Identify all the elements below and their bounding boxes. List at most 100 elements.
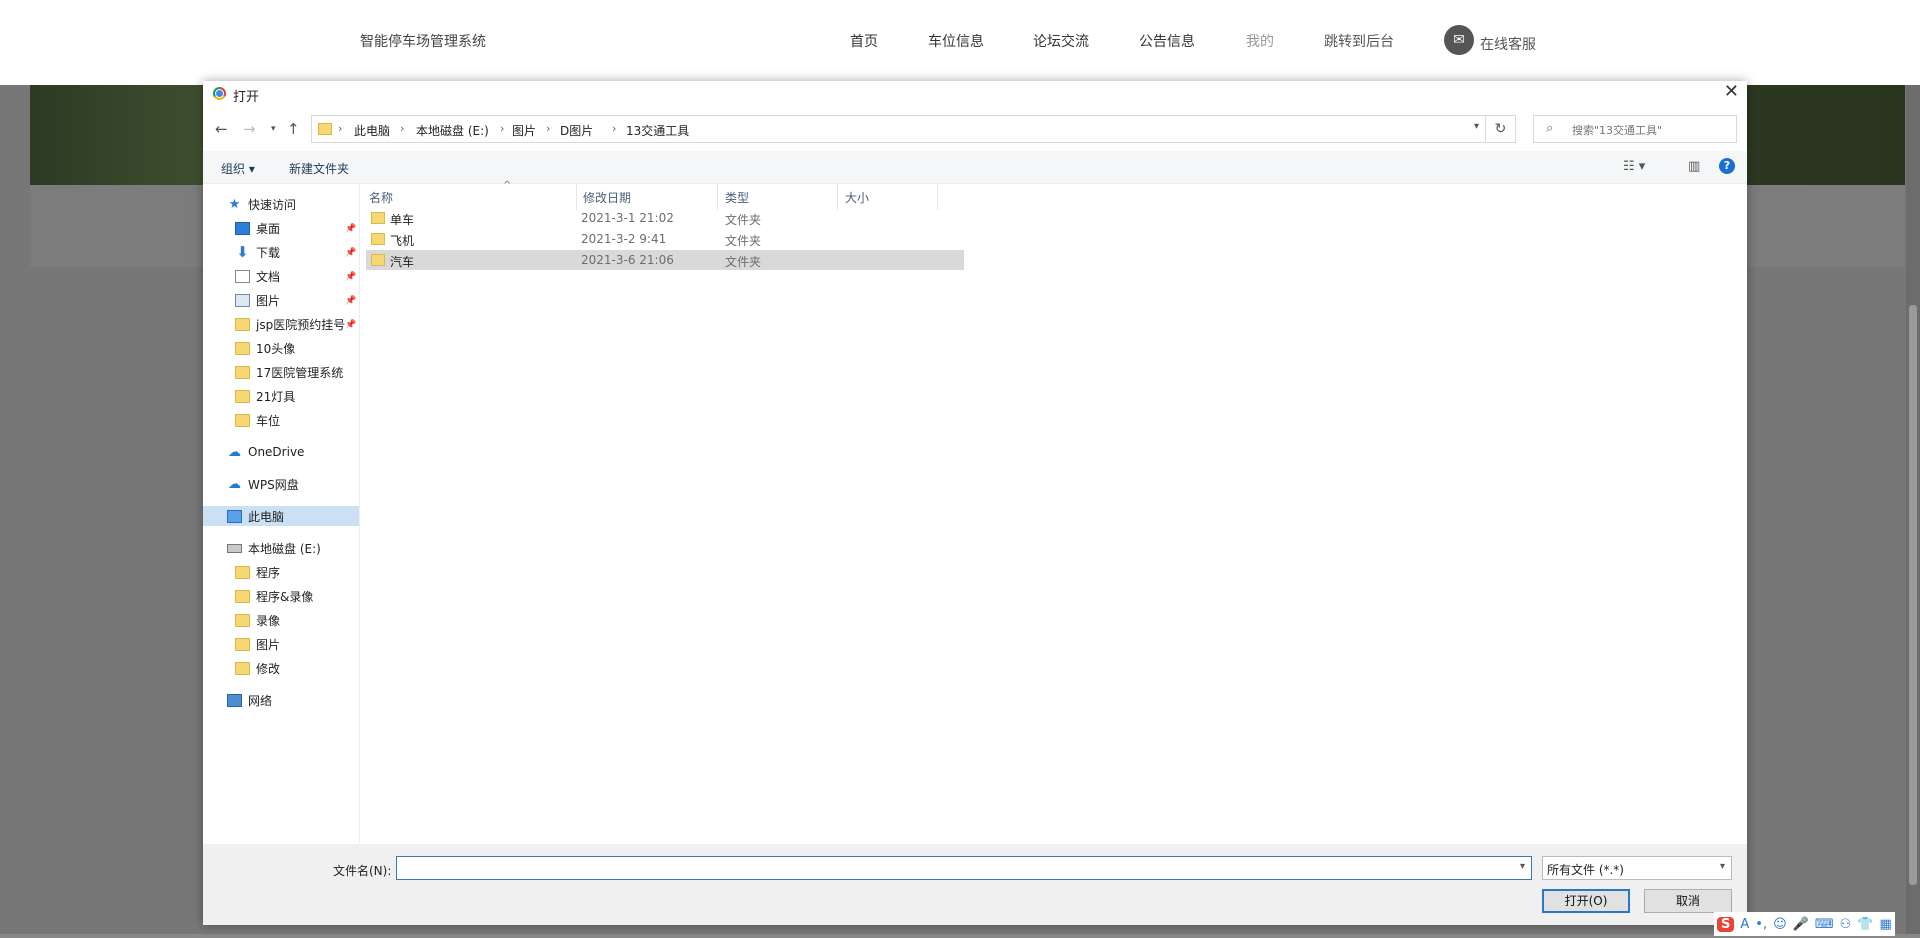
column-header-size[interactable]: 大小 bbox=[845, 189, 869, 206]
new-folder-button[interactable]: 新建文件夹 bbox=[289, 160, 349, 177]
ime-skin-icon[interactable]: 👕 bbox=[1857, 917, 1873, 932]
document-icon bbox=[235, 269, 250, 283]
nav-wps[interactable]: ☁ WPS网盘 bbox=[227, 474, 299, 494]
nav-onedrive[interactable]: ☁ OneDrive bbox=[227, 442, 304, 462]
address-bar[interactable]: › 此电脑 › 本地磁盘 (E:) › 图片 › D图片 › 13交通工具 ▾ bbox=[311, 115, 1486, 143]
forward-arrow-icon[interactable]: → bbox=[243, 120, 256, 138]
breadcrumb-this-pc[interactable]: 此电脑 bbox=[354, 122, 390, 139]
nav-network[interactable]: 网络 bbox=[227, 690, 272, 710]
folder-icon bbox=[235, 413, 250, 427]
ime-toolbox-icon[interactable]: ▦ bbox=[1879, 917, 1891, 932]
nav-home[interactable]: 首页 bbox=[850, 31, 878, 51]
nav-quick-access[interactable]: ★ 快速访问 bbox=[227, 194, 296, 214]
nav-folder-avatar[interactable]: 10头像 bbox=[235, 338, 295, 358]
online-service[interactable]: ✉ 在线客服 bbox=[1444, 25, 1536, 55]
file-list: ^ 名称 修改日期 类型 大小 单车 2021-3-1 21:02 文件夹 飞机… bbox=[361, 180, 1747, 844]
nav-documents[interactable]: 文档 bbox=[235, 266, 280, 286]
folder-icon bbox=[235, 341, 250, 355]
page-scrollbar[interactable] bbox=[1906, 85, 1920, 938]
nav-folder-parking[interactable]: 车位 bbox=[235, 410, 280, 430]
search-input[interactable] bbox=[1570, 120, 1734, 140]
command-bar: 组织 ▾ 新建文件夹 ☷ ▾ ▥ ? bbox=[203, 151, 1747, 184]
file-type-filter-value: 所有文件 (*.*) bbox=[1547, 863, 1624, 877]
chrome-icon bbox=[213, 87, 226, 100]
open-file-dialog: 打开 ✕ ← → ▾ ↑ › 此电脑 › 本地磁盘 (E:) › 图片 › D图… bbox=[203, 81, 1747, 925]
scrollbar-thumb[interactable] bbox=[1909, 305, 1917, 885]
filename-combobox[interactable]: ▾ bbox=[396, 856, 1532, 880]
nav-drive-folder-pictures[interactable]: 图片 bbox=[235, 634, 280, 654]
ime-mode-icon[interactable]: A bbox=[1740, 917, 1749, 932]
up-arrow-icon[interactable]: ↑ bbox=[287, 120, 300, 138]
preview-pane-icon[interactable]: ▥ bbox=[1688, 159, 1700, 174]
nav-folder-lamps[interactable]: 21灯具 bbox=[235, 386, 295, 406]
filename-dropdown-chevron-icon[interactable]: ▾ bbox=[1520, 861, 1525, 872]
filename-label: 文件名(N): bbox=[333, 864, 392, 878]
sort-ascending-icon: ^ bbox=[503, 180, 512, 191]
nav-drive-e[interactable]: 本地磁盘 (E:) bbox=[227, 538, 321, 558]
pin-icon[interactable]: 📌 bbox=[345, 320, 356, 330]
file-row[interactable]: 单车 2021-3-1 21:02 文件夹 bbox=[366, 208, 964, 228]
nav-drive-folder-video[interactable]: 录像 bbox=[235, 610, 280, 630]
drive-icon bbox=[227, 543, 242, 553]
open-button[interactable]: 打开(O) bbox=[1542, 889, 1630, 913]
nav-admin[interactable]: 跳转到后台 bbox=[1324, 31, 1394, 51]
dialog-titlebar: 打开 ✕ bbox=[203, 81, 1747, 107]
column-header-date[interactable]: 修改日期 bbox=[583, 189, 631, 206]
wechat-icon: ✉ bbox=[1444, 25, 1474, 55]
cancel-button[interactable]: 取消 bbox=[1644, 889, 1732, 913]
file-row[interactable]: 飞机 2021-3-2 9:41 文件夹 bbox=[366, 229, 964, 249]
download-icon: ⬇ bbox=[236, 242, 249, 261]
ime-voice-icon[interactable]: 🎤 bbox=[1793, 917, 1809, 932]
address-dropdown-chevron-icon[interactable]: ▾ bbox=[1474, 121, 1479, 132]
column-header-type[interactable]: 类型 bbox=[725, 189, 749, 206]
view-options-icon[interactable]: ☷ ▾ bbox=[1623, 159, 1645, 174]
site-header: 智能停车场管理系统 首页 车位信息 论坛交流 公告信息 我的 跳转到后台 ✉ 在… bbox=[0, 0, 1920, 85]
column-header-name[interactable]: 名称 bbox=[369, 189, 393, 206]
refresh-icon[interactable]: ↻ bbox=[1486, 115, 1516, 143]
sogou-ime-icon[interactable]: S bbox=[1717, 916, 1735, 932]
nav-drive-folder-edit[interactable]: 修改 bbox=[235, 658, 280, 678]
folder-icon bbox=[235, 365, 250, 379]
filename-input[interactable] bbox=[401, 858, 1505, 880]
ime-emoji-icon[interactable]: ☺ bbox=[1773, 917, 1787, 932]
nav-pictures[interactable]: 图片 bbox=[235, 290, 280, 310]
pin-icon[interactable]: 📌 bbox=[345, 296, 356, 306]
nav-desktop[interactable]: 桌面 bbox=[235, 218, 280, 238]
back-arrow-icon[interactable]: ← bbox=[215, 120, 228, 138]
onedrive-cloud-icon: ☁ bbox=[228, 444, 241, 460]
online-service-label: 在线客服 bbox=[1480, 37, 1536, 53]
ime-user-icon[interactable]: ⚇ bbox=[1840, 917, 1852, 932]
nav-folder-jsp[interactable]: jsp医院预约挂号 bbox=[235, 314, 345, 334]
star-icon: ★ bbox=[228, 196, 241, 212]
breadcrumb-pictures[interactable]: 图片 bbox=[512, 122, 536, 139]
nav-this-pc[interactable]: 此电脑 bbox=[203, 506, 359, 526]
help-icon[interactable]: ? bbox=[1719, 158, 1735, 174]
nav-parking-info[interactable]: 车位信息 bbox=[928, 31, 984, 51]
search-box[interactable]: ⌕ bbox=[1533, 115, 1737, 143]
ime-punctuation-icon[interactable]: •, bbox=[1755, 917, 1767, 932]
breadcrumb-drive[interactable]: 本地磁盘 (E:) bbox=[416, 122, 489, 139]
close-icon[interactable]: ✕ bbox=[1724, 81, 1739, 102]
breadcrumb-d-pictures[interactable]: D图片 bbox=[560, 122, 593, 139]
nav-drive-folder-programs-video[interactable]: 程序&录像 bbox=[235, 586, 313, 606]
computer-icon bbox=[227, 509, 242, 523]
folder-icon bbox=[371, 233, 385, 245]
recent-locations-chevron-icon[interactable]: ▾ bbox=[271, 124, 276, 134]
nav-mine[interactable]: 我的 bbox=[1246, 31, 1274, 51]
nav-downloads[interactable]: ⬇ 下载 bbox=[235, 242, 280, 262]
search-icon: ⌕ bbox=[1546, 121, 1554, 136]
filter-dropdown-chevron-icon[interactable]: ▾ bbox=[1720, 861, 1725, 872]
file-type-filter[interactable]: 所有文件 (*.*) ▾ bbox=[1542, 856, 1732, 880]
pin-icon[interactable]: 📌 bbox=[345, 272, 356, 282]
pin-icon[interactable]: 📌 bbox=[345, 248, 356, 258]
organize-button[interactable]: 组织 ▾ bbox=[221, 160, 255, 177]
nav-folder-hospital[interactable]: 17医院管理系统 bbox=[235, 362, 343, 382]
ime-keyboard-icon[interactable]: ⌨ bbox=[1815, 917, 1834, 932]
nav-forum[interactable]: 论坛交流 bbox=[1033, 31, 1089, 51]
pin-icon[interactable]: 📌 bbox=[345, 224, 356, 234]
nav-notice[interactable]: 公告信息 bbox=[1139, 31, 1195, 51]
ime-toolbar[interactable]: S A •, ☺ 🎤 ⌨ ⚇ 👕 ▦ bbox=[1714, 912, 1895, 936]
nav-drive-folder-programs[interactable]: 程序 bbox=[235, 562, 280, 582]
file-row-selected[interactable]: 汽车 2021-3-6 21:06 文件夹 bbox=[366, 250, 964, 270]
breadcrumb-current[interactable]: 13交通工具 bbox=[626, 122, 689, 139]
